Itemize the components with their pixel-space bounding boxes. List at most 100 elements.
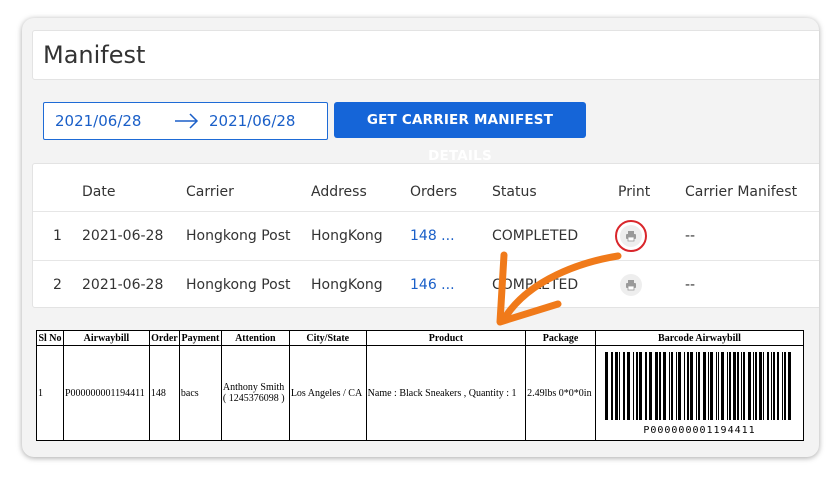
barcode-bar — [767, 352, 770, 420]
column-header-status: Status — [492, 184, 537, 200]
doc-header-barcode-airwaybill: Barcode Airwaybill — [594, 330, 805, 346]
doc-header-airwaybill: Airwaybill — [62, 330, 150, 346]
barcode-bar — [645, 352, 648, 420]
barcode-bar — [619, 352, 621, 420]
row-address: HongKong — [311, 228, 383, 244]
doc-product: Name : Black Sneakers , Quantity : 1 — [365, 345, 527, 441]
print-button[interactable] — [620, 225, 642, 247]
page-title: Manifest — [43, 41, 146, 69]
barcode-bar — [708, 352, 710, 420]
doc-city-state: Los Angeles / CA — [288, 345, 367, 441]
barcode-bar — [773, 352, 776, 420]
barcode-text: P000000001194411 — [643, 425, 756, 436]
printer-icon — [626, 280, 636, 291]
barcode-bar — [696, 352, 698, 420]
doc-header-attention: Attention — [220, 330, 290, 346]
divider — [33, 260, 819, 261]
barcode-bar — [721, 352, 725, 420]
printer-icon — [626, 231, 636, 242]
barcode-bar — [615, 352, 619, 420]
barcode-bar — [676, 352, 678, 420]
doc-attention: Anthony Smith ( 1245376098 ) — [220, 345, 290, 441]
barcode-bar — [636, 352, 639, 420]
doc-attention-phone: ( 1245376098 ) — [222, 393, 285, 404]
row-carrier: Hongkong Post — [186, 277, 291, 293]
barcode-bar — [788, 352, 792, 420]
from-date-input[interactable]: 2021/06/28 — [55, 112, 141, 130]
doc-sl-no: 1 — [36, 345, 64, 441]
barcode-bar — [737, 352, 740, 420]
doc-payment: bacs — [178, 345, 222, 441]
barcode-bar — [782, 352, 784, 420]
row-carrier: Hongkong Post — [186, 228, 291, 244]
page-header: Manifest — [32, 30, 819, 80]
doc-attention-name: Anthony Smith — [222, 382, 285, 393]
column-header-carrier: Carrier — [186, 184, 234, 200]
barcode-bar — [633, 352, 635, 420]
print-button[interactable] — [620, 274, 642, 296]
barcode-bar — [753, 352, 755, 420]
doc-barcode-cell: P000000001194411 — [594, 345, 805, 441]
row-index: 1 — [53, 228, 62, 244]
row-status: COMPLETED — [492, 277, 579, 293]
barcode-bar — [639, 352, 643, 420]
barcode-bar — [763, 352, 765, 420]
barcode-bar — [733, 352, 737, 420]
barcode-bar — [649, 352, 653, 420]
row-address: HongKong — [311, 277, 383, 293]
barcode-bar — [659, 352, 662, 420]
doc-header-product: Product — [365, 330, 527, 346]
doc-header-order: Order — [148, 330, 180, 346]
doc-header-city-state: City/State — [288, 330, 367, 346]
barcode-bar — [777, 352, 780, 420]
divider — [33, 211, 819, 212]
row-orders-link[interactable]: 146 ... — [410, 277, 455, 293]
barcode-bar — [755, 352, 758, 420]
column-header-print: Print — [618, 184, 651, 200]
barcode-bar — [655, 352, 659, 420]
barcode-bar — [605, 352, 609, 420]
row-orders-link[interactable]: 148 ... — [410, 228, 455, 244]
arrow-right-icon — [175, 113, 199, 129]
barcode-bar — [771, 352, 773, 420]
row-date: 2021-06-28 — [82, 277, 164, 293]
doc-header-payment: Payment — [178, 330, 222, 346]
get-carrier-manifest-button[interactable]: GET CARRIER MANIFEST DETAILS — [334, 102, 586, 164]
barcode-bar — [784, 352, 787, 420]
row-carrier-manifest: -- — [685, 228, 696, 244]
doc-airwaybill: P000000001194411 — [62, 345, 150, 441]
doc-order: 148 — [148, 345, 180, 441]
barcode-bar — [684, 352, 686, 420]
column-header-carrier-manifest: Carrier Manifest — [685, 184, 798, 200]
manifest-document-table: Sl No Airwaybill Order Payment Attention… — [36, 330, 805, 441]
barcode-bar — [748, 352, 752, 420]
column-header-date: Date — [82, 184, 116, 200]
row-date: 2021-06-28 — [82, 228, 164, 244]
barcode-bar — [718, 352, 720, 420]
barcode-image — [605, 352, 792, 420]
manifest-table: Date Carrier Address Orders Status Print… — [32, 163, 819, 308]
barcode-bar — [759, 352, 763, 420]
barcode-bar — [671, 352, 674, 420]
barcode-bar — [741, 352, 743, 420]
barcode-bar — [729, 352, 732, 420]
barcode-bar — [687, 352, 690, 420]
row-status: COMPLETED — [492, 228, 579, 244]
doc-header-package: Package — [525, 330, 596, 346]
manifest-document: Sl No Airwaybill Order Payment Attention… — [36, 330, 805, 441]
column-header-orders: Orders — [410, 184, 458, 200]
doc-header-sl-no: Sl No — [36, 330, 64, 346]
barcode-bar — [669, 352, 671, 420]
barcode-bar — [703, 352, 707, 420]
to-date-input[interactable]: 2021/06/28 — [209, 112, 295, 130]
date-range-picker[interactable]: 2021/06/28 2021/06/28 — [43, 102, 328, 140]
barcode-bar — [627, 352, 631, 420]
row-carrier-manifest: -- — [685, 277, 696, 293]
barcode-bar — [743, 352, 746, 420]
barcode-bar — [710, 352, 714, 420]
barcode-bar — [611, 352, 614, 420]
barcode-bar — [716, 352, 718, 420]
barcode-bar — [690, 352, 694, 420]
barcode-bar — [678, 352, 682, 420]
doc-package: 2.49lbs 0*0*0in — [525, 345, 596, 441]
